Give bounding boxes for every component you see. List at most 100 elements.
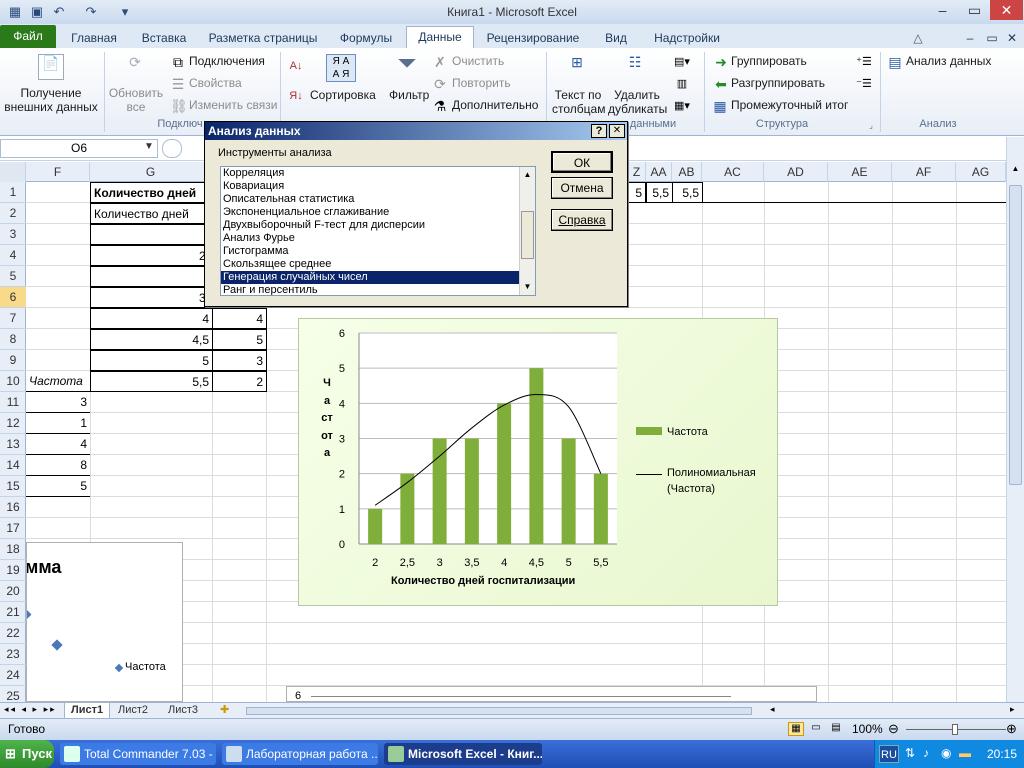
network-icon[interactable]: ⇅ <box>905 746 915 760</box>
page-layout-view-icon[interactable]: ▭ <box>808 722 824 736</box>
cell-f14[interactable]: 8 <box>26 455 90 476</box>
subtotal-button[interactable]: Промежуточный итог <box>731 98 848 112</box>
cell-g9[interactable]: 5 <box>90 350 213 371</box>
connections-button[interactable]: Подключения <box>189 54 265 68</box>
vertical-scrollbar[interactable]: ▲ <box>1006 137 1024 702</box>
cell-h10[interactable]: 2 <box>212 371 267 392</box>
cell-g6[interactable]: 3, <box>90 287 213 308</box>
doc-minimize-icon[interactable]: – <box>962 28 978 48</box>
get-external-data-button[interactable]: Получение внешних данных <box>2 86 100 114</box>
list-item[interactable]: Гистограмма <box>221 245 535 258</box>
speaker-icon[interactable]: ♪ <box>923 746 929 760</box>
filter-button[interactable]: Фильтр <box>389 88 429 102</box>
data-analysis-button[interactable]: Анализ данных <box>906 54 991 68</box>
cell-g4[interactable]: 2, <box>90 245 213 266</box>
cell-g8[interactable]: 4,5 <box>90 329 213 350</box>
list-item[interactable]: Экспоненциальное сглаживание <box>221 206 535 219</box>
chart3-partial[interactable]: 6 <box>286 686 817 702</box>
refresh-all-button[interactable]: Обновить все <box>108 86 164 114</box>
tab-view[interactable]: Вид <box>594 28 638 48</box>
cell-g5[interactable] <box>90 266 213 287</box>
scroll-up-icon[interactable]: ▲ <box>520 167 535 183</box>
row-header[interactable]: 22 <box>0 623 26 644</box>
what-if-icon[interactable]: ▦▾ <box>672 98 692 114</box>
row-header[interactable]: 17 <box>0 518 26 539</box>
tab-review[interactable]: Рецензирование <box>480 28 586 48</box>
taskbar-item-excel[interactable]: Microsoft Excel - Книг... <box>384 743 542 765</box>
ribbon-minimize-icon[interactable]: △ <box>910 28 926 48</box>
tab-addins[interactable]: Надстройки <box>646 28 728 48</box>
analysis-tools-list[interactable]: Корреляция Ковариация Описательная стати… <box>220 166 536 296</box>
tray-app-icon-2[interactable]: ▬ <box>959 746 971 760</box>
sheet-tab-1[interactable]: Лист1 <box>64 703 111 719</box>
row-header[interactable]: 1 <box>0 182 26 203</box>
dialog-help-icon[interactable]: ? <box>591 124 607 138</box>
doc-restore-icon[interactable]: ▭ <box>984 28 1000 48</box>
cell-h9[interactable]: 3 <box>212 350 267 371</box>
list-item[interactable]: Анализ Фурье <box>221 232 535 245</box>
dialog-close-icon[interactable]: ✕ <box>609 124 625 138</box>
cell-h8[interactable]: 5 <box>212 329 267 350</box>
row-header[interactable]: 3 <box>0 224 26 245</box>
column-header-g[interactable]: G <box>90 162 212 182</box>
row-header[interactable]: 19 <box>0 560 26 581</box>
reapply-button[interactable]: Повторить <box>452 76 511 90</box>
cell-ac1-range[interactable] <box>702 182 1006 203</box>
minimize-icon[interactable]: – <box>926 0 959 20</box>
maximize-icon[interactable]: ▭ <box>958 0 991 20</box>
cell-g3[interactable] <box>90 224 213 245</box>
list-item-selected[interactable]: Генерация случайных чисел <box>221 271 535 284</box>
column-header-f[interactable]: F <box>26 162 90 182</box>
row-header[interactable]: 11 <box>0 392 26 413</box>
list-item[interactable]: Ковариация <box>221 180 535 193</box>
sheet-tab-2[interactable]: Лист2 <box>112 703 154 719</box>
row-header[interactable]: 10 <box>0 371 26 392</box>
row-header[interactable]: 13 <box>0 434 26 455</box>
row-header[interactable]: 9 <box>0 350 26 371</box>
normal-view-icon[interactable]: ▦ <box>788 722 804 736</box>
insert-sheet-icon[interactable]: ✚ <box>214 703 235 719</box>
sheet-nav-icons[interactable]: ◂◂ ◂ ▸ ▸▸ <box>4 704 57 715</box>
column-header-ad[interactable]: AD <box>764 162 828 182</box>
sort-za-icon[interactable]: Я↓ <box>288 88 304 104</box>
cell-f11[interactable]: 3 <box>26 392 90 413</box>
remove-duplicates-button[interactable]: Удалить дубликаты <box>608 88 667 116</box>
help-button[interactable]: Справка <box>551 209 613 231</box>
advanced-button[interactable]: Дополнительно <box>452 98 538 112</box>
row-header[interactable]: 16 <box>0 497 26 518</box>
hide-detail-icon[interactable]: ⁻☰ <box>856 76 872 92</box>
name-box[interactable]: O6 <box>0 139 158 158</box>
cell-z1[interactable]: 5 <box>628 182 646 203</box>
cell-f12[interactable]: 1 <box>26 413 90 434</box>
taskbar-item-word[interactable]: Лабораторная работа ... <box>222 743 378 765</box>
group-button[interactable]: Группировать <box>731 54 807 68</box>
show-detail-icon[interactable]: ⁺☰ <box>856 54 872 70</box>
cell-f15[interactable]: 5 <box>26 476 90 497</box>
zoom-out-icon[interactable]: ⊖ <box>888 721 899 737</box>
cancel-button[interactable]: Отмена <box>551 177 613 199</box>
row-header[interactable]: 24 <box>0 665 26 686</box>
vscroll-thumb[interactable] <box>1009 185 1022 485</box>
tab-home[interactable]: Главная <box>62 28 126 48</box>
tab-data[interactable]: Данные <box>406 26 474 49</box>
row-header[interactable]: 20 <box>0 581 26 602</box>
hscroll-right-icon[interactable]: ▸ <box>1010 704 1015 715</box>
cell-f10[interactable]: Частота <box>26 371 90 392</box>
row-header[interactable]: 8 <box>0 329 26 350</box>
column-header-af[interactable]: AF <box>892 162 956 182</box>
cell-aa1[interactable]: 5,5 <box>646 182 673 203</box>
edit-links-button[interactable]: Изменить связи <box>189 98 277 112</box>
list-item[interactable]: Ранг и персентиль <box>221 284 535 295</box>
row-header[interactable]: 23 <box>0 644 26 665</box>
scroll-thumb[interactable] <box>521 211 534 259</box>
column-header-ab[interactable]: AB <box>672 162 702 182</box>
language-indicator[interactable]: RU <box>879 745 899 763</box>
vscroll-up-icon[interactable]: ▲ <box>1007 161 1024 177</box>
column-header-ae[interactable]: AE <box>828 162 892 182</box>
formula-expand-handle[interactable] <box>162 139 182 158</box>
column-header-ac[interactable]: AC <box>702 162 764 182</box>
consolidate-icon[interactable]: ▥ <box>672 76 692 92</box>
page-break-view-icon[interactable]: ▤ <box>828 722 844 736</box>
horizontal-scrollbar[interactable] <box>246 707 752 715</box>
column-header-z[interactable]: Z <box>628 162 646 182</box>
